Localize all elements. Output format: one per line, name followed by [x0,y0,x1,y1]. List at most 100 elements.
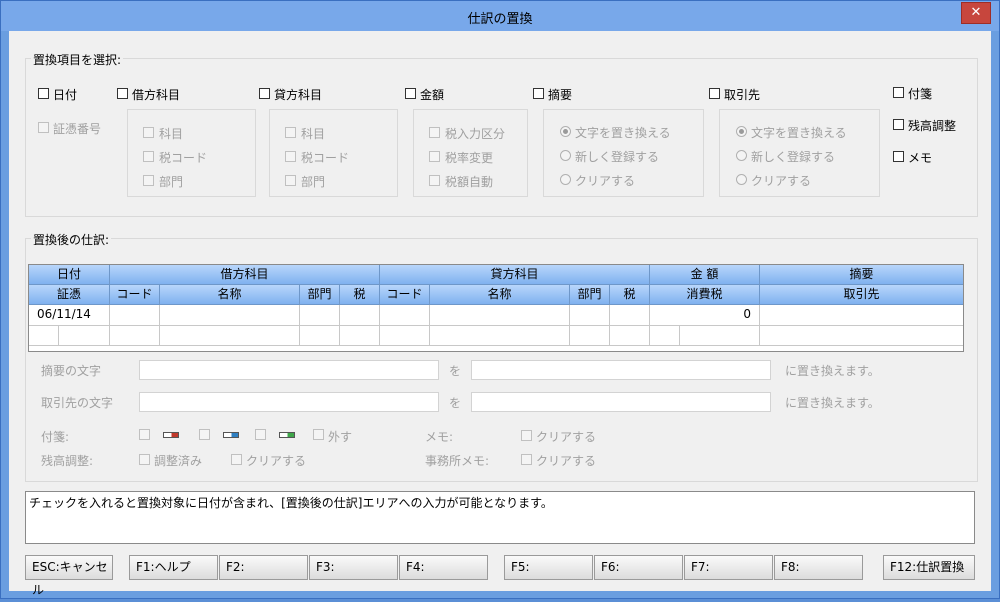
journal-table: 日付 借方科目 貸方科目 金 額 摘要 証憑 コード 名称 部門 税 コード 名… [28,264,964,352]
summary-replace-radio[interactable] [560,126,571,137]
partner-replace-radio[interactable] [736,126,747,137]
voucher-no-checkbox[interactable] [38,122,49,133]
cell-debit-name-2[interactable] [160,326,300,346]
f8-button[interactable]: F8: [774,555,863,580]
sticky-red-checkbox[interactable] [139,429,150,440]
cell-debit-tax-2[interactable] [340,326,380,346]
cell-credit-tax[interactable] [610,305,650,326]
partner-clear-label: クリアする [751,174,812,188]
credit-taxcode-checkbox[interactable] [285,151,296,162]
f7-button[interactable]: F7: [684,555,773,580]
tax-rate-change-checkbox[interactable] [429,151,440,162]
col-debit-code-header: コード [110,285,160,305]
col-credit-code-header: コード [380,285,430,305]
debit-dept-label: 部門 [159,175,184,189]
esc-cancel-button[interactable]: ESC:キャンセル [25,555,113,597]
credit-account-checkbox[interactable] [285,127,296,138]
debit-dept-checkbox[interactable] [143,175,154,186]
summary-text-label: 摘要の文字 [41,364,102,378]
date-checkbox[interactable] [38,88,49,99]
office-memo-clear-label: クリアする [536,454,597,468]
col-amount-header: 金 額 [650,265,760,285]
partner-replace-input[interactable] [471,392,771,412]
sticky-remove-checkbox[interactable] [313,429,324,440]
debit-taxcode-checkbox[interactable] [143,151,154,162]
office-memo-row-label: 事務所メモ: [425,454,490,468]
summary-replace-label: 文字を置き換える [575,126,671,140]
summary-new-radio[interactable] [560,150,571,161]
memo-clear-checkbox[interactable] [521,430,532,441]
balance-adjusted-checkbox[interactable] [139,454,150,465]
f2-button[interactable]: F2: [219,555,308,580]
cell-date[interactable]: 06/11/14 [29,305,110,326]
office-memo-clear-checkbox[interactable] [521,454,532,465]
debit-label: 借方科目 [132,88,181,102]
summary-find-input[interactable] [139,360,439,380]
f3-button[interactable]: F3: [309,555,398,580]
cell-voucher-a[interactable] [29,326,59,346]
partner-checkbox[interactable] [709,88,720,99]
debit-checkbox[interactable] [117,88,128,99]
cell-tax-a[interactable] [650,326,680,346]
cell-partner[interactable] [760,326,963,346]
tax-rate-change-label: 税率変更 [445,151,494,165]
tax-auto-label: 税額自動 [445,175,494,189]
cell-credit-code[interactable] [380,305,430,326]
summary-label: 摘要 [548,88,573,102]
window-title: 仕訳の置換 [467,12,533,27]
cell-credit-name[interactable] [430,305,570,326]
cell-credit-code-2[interactable] [380,326,430,346]
credit-dept-checkbox[interactable] [285,175,296,186]
cell-debit-dept[interactable] [300,305,340,326]
debit-account-checkbox[interactable] [143,127,154,138]
cell-credit-dept-2[interactable] [570,326,610,346]
title-bar: 仕訳の置換 ✕ [1,1,999,31]
col-debit-name-header: 名称 [160,285,300,305]
summary-checkbox[interactable] [533,88,544,99]
cell-debit-code[interactable] [110,305,160,326]
tax-input-type-label: 税入力区分 [445,127,506,141]
partner-new-radio[interactable] [736,150,747,161]
f6-button[interactable]: F6: [594,555,683,580]
cell-debit-name[interactable] [160,305,300,326]
balance-checkbox[interactable] [893,119,904,130]
credit-checkbox[interactable] [259,88,270,99]
memo-checkbox[interactable] [893,151,904,162]
col-partner-header: 取引先 [760,285,963,305]
close-icon[interactable]: ✕ [961,2,991,24]
memo-row-label: メモ: [425,430,454,444]
cell-credit-dept[interactable] [570,305,610,326]
cell-voucher-b[interactable] [59,326,110,346]
tax-input-type-checkbox[interactable] [429,127,440,138]
tax-auto-checkbox[interactable] [429,175,440,186]
summary-replace-input[interactable] [471,360,771,380]
summary-wo-label: を [449,364,462,378]
partner-find-input[interactable] [139,392,439,412]
cell-debit-tax[interactable] [340,305,380,326]
cell-amount[interactable]: 0 [650,305,760,326]
cell-tax-b[interactable] [680,326,760,346]
sticky-blue-checkbox[interactable] [199,429,210,440]
col-credit-header: 貸方科目 [380,265,650,285]
partner-clear-radio[interactable] [736,174,747,185]
f4-button[interactable]: F4: [399,555,488,580]
partner-new-label: 新しく登録する [751,150,836,164]
cell-credit-tax-2[interactable] [610,326,650,346]
dialog-window: 仕訳の置換 ✕ 置換項目を選択: 日付 証憑番号 借方科目 科目 税コード 部門… [0,0,1000,599]
f12-replace-button[interactable]: F12:仕訳置換 [883,555,975,580]
summary-clear-radio[interactable] [560,174,571,185]
col-debit-header: 借方科目 [110,265,380,285]
f5-button[interactable]: F5: [504,555,593,580]
sticky-green-checkbox[interactable] [255,429,266,440]
col-voucher-header: 証憑 [29,285,110,305]
col-debit-tax-header: 税 [340,285,380,305]
sticky-checkbox[interactable] [893,87,904,98]
amount-checkbox[interactable] [405,88,416,99]
balance-clear-checkbox[interactable] [231,454,242,465]
credit-taxcode-label: 税コード [301,151,350,165]
cell-credit-name-2[interactable] [430,326,570,346]
cell-debit-dept-2[interactable] [300,326,340,346]
cell-debit-code-2[interactable] [110,326,160,346]
cell-summary[interactable] [760,305,963,326]
f1-help-button[interactable]: F1:ヘルプ [129,555,218,580]
